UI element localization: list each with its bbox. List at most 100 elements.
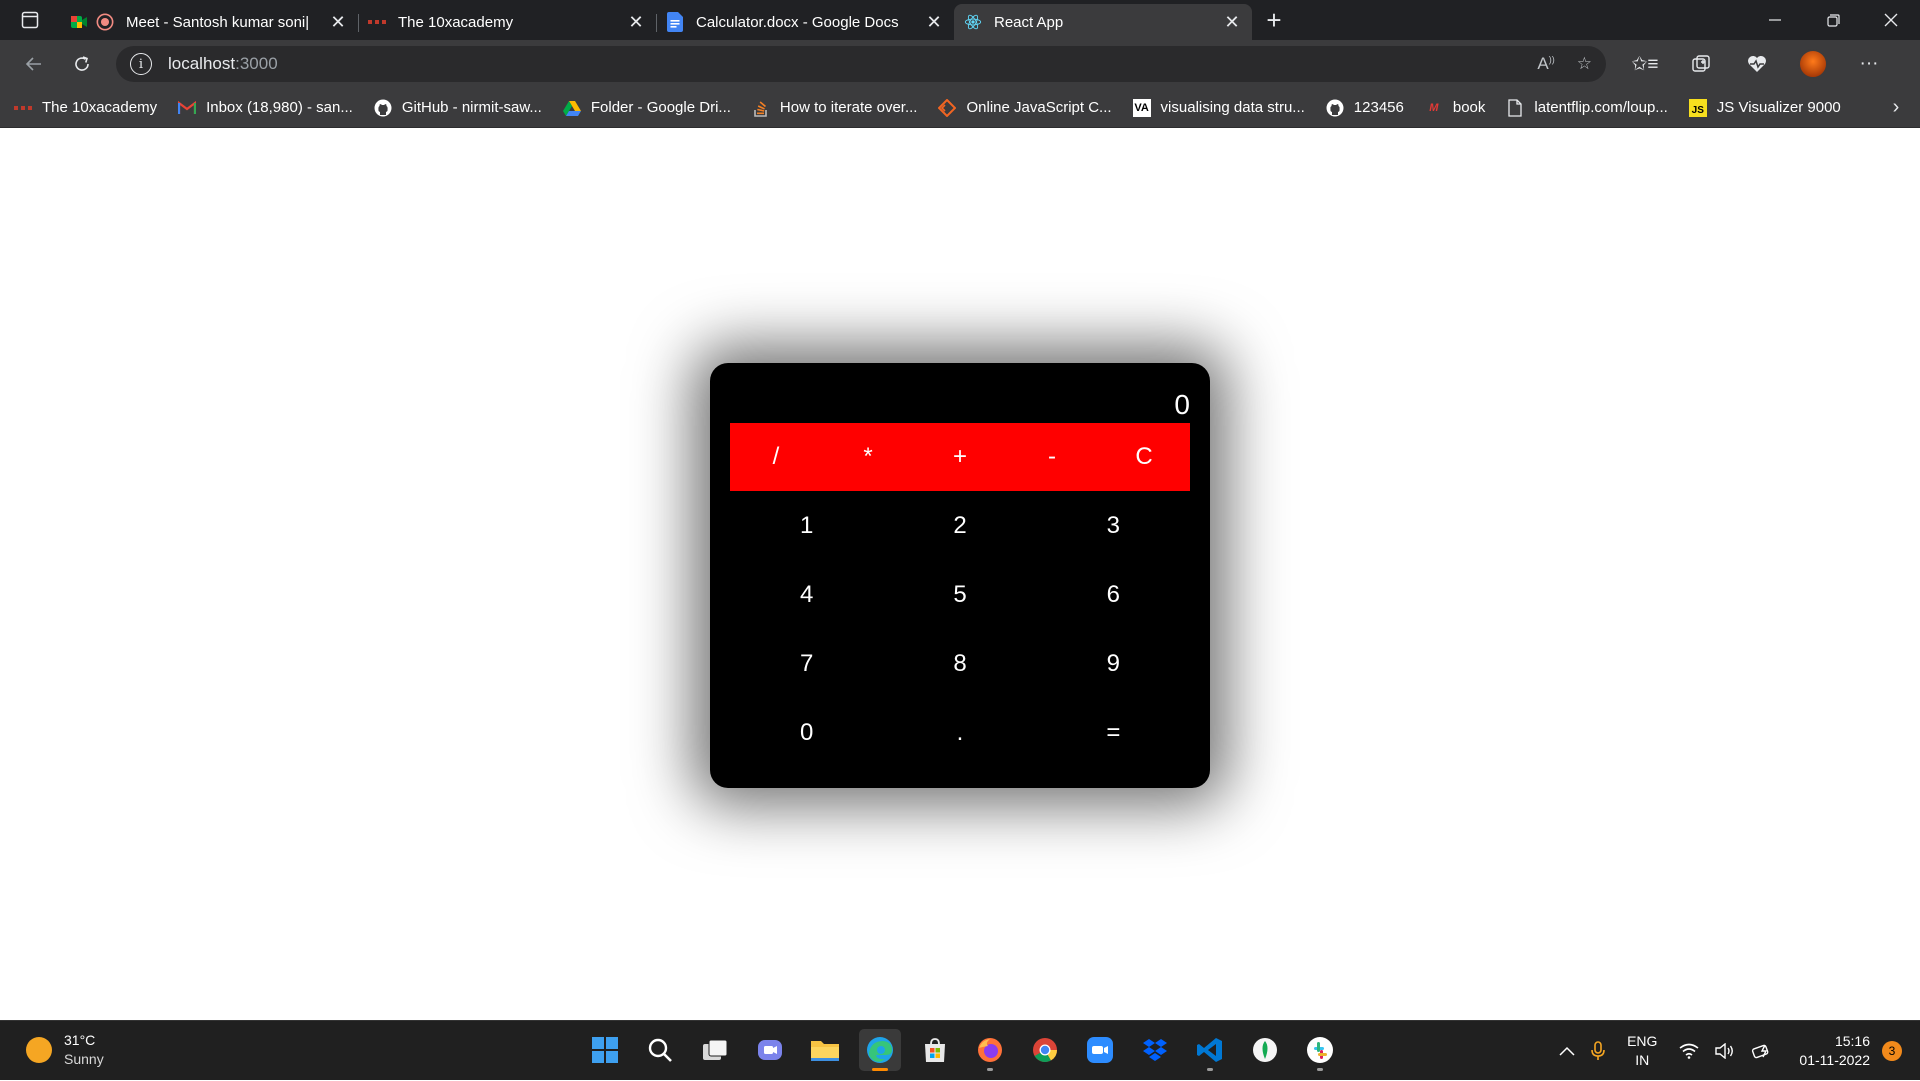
microphone-button[interactable] <box>1591 1041 1605 1061</box>
mongodb-compass-icon <box>1253 1038 1277 1062</box>
favorites-button[interactable]: ✩≡ <box>1620 44 1670 84</box>
tab-google-docs[interactable]: Calculator.docx - Google Docs ✕ <box>656 4 954 40</box>
store-button[interactable] <box>914 1029 956 1071</box>
subtract-button[interactable]: - <box>1006 423 1098 491</box>
running-indicator <box>987 1068 993 1071</box>
close-window-button[interactable] <box>1862 0 1920 40</box>
digit-3-button[interactable]: 3 <box>1037 491 1190 560</box>
clear-button[interactable]: C <box>1098 423 1190 491</box>
digit-6-button[interactable]: 6 <box>1037 560 1190 629</box>
bookmark-js-compiler[interactable]: Online JavaScript C... <box>938 98 1112 117</box>
bookmark-book[interactable]: Mbook <box>1425 99 1485 117</box>
digit-2-button[interactable]: 2 <box>883 491 1036 560</box>
tab-meet[interactable]: Meet - Santosh kumar soni| ✕ <box>60 4 358 40</box>
close-tab-icon[interactable]: ✕ <box>328 12 348 32</box>
show-hidden-icons-button[interactable] <box>1559 1046 1575 1056</box>
digit-5-button[interactable]: 5 <box>883 560 1036 629</box>
js-compiler-icon <box>938 98 957 117</box>
new-tab-button[interactable]: + <box>1256 2 1292 38</box>
speaker-icon <box>1715 1043 1734 1059</box>
bookmarks-overflow-button[interactable]: › <box>1872 96 1920 119</box>
decimal-button[interactable]: . <box>883 698 1036 767</box>
vscode-icon <box>1197 1038 1222 1062</box>
volume-button[interactable] <box>1715 1043 1735 1059</box>
slack-button[interactable] <box>1299 1029 1341 1071</box>
tab-actions-button[interactable] <box>0 0 60 40</box>
close-tab-icon[interactable]: ✕ <box>924 12 944 32</box>
back-button[interactable] <box>10 40 58 88</box>
tab-title: Calculator.docx - Google Docs <box>696 13 899 31</box>
bookmark-stackoverflow[interactable]: How to iterate over... <box>752 99 917 117</box>
vscode-button[interactable] <box>1189 1029 1231 1071</box>
file-explorer-button[interactable] <box>804 1029 846 1071</box>
start-button[interactable] <box>584 1029 626 1071</box>
edge-button[interactable] <box>859 1029 901 1071</box>
digit-9-button[interactable]: 9 <box>1037 629 1190 698</box>
battery-button[interactable] <box>1751 1042 1773 1060</box>
tab-react-app[interactable]: React App ✕ <box>954 4 1252 40</box>
page-icon <box>1506 98 1524 117</box>
network-button[interactable] <box>1679 1043 1699 1059</box>
clock-button[interactable]: 15:16 01-11-2022 <box>1799 1032 1870 1070</box>
mongodb-compass-button[interactable] <box>1244 1029 1286 1071</box>
multiply-button[interactable]: * <box>822 423 914 491</box>
tab-10xacademy[interactable]: The 10xacademy ✕ <box>358 4 656 40</box>
digit-4-button[interactable]: 4 <box>730 560 883 629</box>
task-view-button[interactable] <box>694 1029 736 1071</box>
teams-chat-button[interactable] <box>749 1029 791 1071</box>
equals-button[interactable]: = <box>1037 698 1190 767</box>
restore-button[interactable] <box>1804 0 1862 40</box>
gmail-icon <box>178 99 197 117</box>
taskbar: 31°C Sunny ENG IN 15:16 01-11-2022 3 <box>0 1020 1920 1080</box>
notification-badge[interactable]: 3 <box>1882 1041 1902 1061</box>
bookmark-visualgo[interactable]: VA visualising data stru... <box>1132 98 1305 117</box>
weather-condition: Sunny <box>64 1051 104 1067</box>
add-favorite-icon[interactable]: ☆ <box>1577 54 1592 74</box>
bookmark-js-visualizer[interactable]: JS JS Visualizer 9000 <box>1688 98 1841 117</box>
running-indicator <box>1317 1068 1323 1071</box>
close-tab-icon[interactable]: ✕ <box>1222 12 1242 32</box>
digit-7-button[interactable]: 7 <box>730 629 883 698</box>
10x-icon <box>368 13 386 31</box>
search-button[interactable] <box>639 1029 681 1071</box>
digit-0-button[interactable]: 0 <box>730 698 883 767</box>
bookmark-google-drive[interactable]: Folder - Google Dri... <box>562 99 731 117</box>
react-icon <box>964 13 982 31</box>
bookmark-github-123456[interactable]: 123456 <box>1326 99 1404 117</box>
profile-button[interactable] <box>1788 44 1838 84</box>
heart-pulse-icon <box>1748 56 1766 72</box>
minimize-button[interactable] <box>1746 0 1804 40</box>
firefox-button[interactable] <box>969 1029 1011 1071</box>
close-tab-icon[interactable]: ✕ <box>626 12 646 32</box>
temperature: 31°C <box>64 1032 96 1048</box>
more-dots-icon: ··· <box>1859 53 1879 74</box>
bookmarks-bar: The 10xacademy Inbox (18,980) - san... G… <box>0 88 1920 128</box>
bookmark-latentflip[interactable]: latentflip.com/loup... <box>1506 98 1668 117</box>
active-indicator <box>872 1068 888 1071</box>
avatar <box>1798 49 1828 79</box>
digit-8-button[interactable]: 8 <box>883 629 1036 698</box>
address-bar[interactable]: i localhost:3000 A)) ☆ <box>116 46 1606 82</box>
region-code: IN <box>1635 1052 1650 1068</box>
collections-button[interactable] <box>1676 44 1726 84</box>
chevron-up-icon <box>1559 1046 1575 1056</box>
settings-more-button[interactable]: ··· <box>1844 44 1894 84</box>
digit-1-button[interactable]: 1 <box>730 491 883 560</box>
divide-button[interactable]: / <box>730 423 822 491</box>
zoom-button[interactable] <box>1079 1029 1121 1071</box>
input-language-button[interactable]: ENG IN <box>1627 1032 1657 1070</box>
chrome-button[interactable] <box>1024 1029 1066 1071</box>
reload-icon <box>75 56 89 71</box>
search-icon <box>648 1038 672 1062</box>
read-aloud-icon[interactable]: A)) <box>1537 54 1554 74</box>
js-icon: JS <box>1688 98 1707 117</box>
browser-essentials-button[interactable] <box>1732 44 1782 84</box>
add-button[interactable]: + <box>914 423 1006 491</box>
reload-button[interactable] <box>58 40 106 88</box>
bookmark-10xacademy[interactable]: The 10xacademy <box>14 99 157 117</box>
bookmark-github-nirmit[interactable]: GitHub - nirmit-saw... <box>374 99 542 117</box>
bookmark-gmail[interactable]: Inbox (18,980) - san... <box>178 99 353 117</box>
site-info-icon[interactable]: i <box>130 53 152 75</box>
dropbox-button[interactable] <box>1134 1029 1176 1071</box>
weather-widget[interactable]: 31°C Sunny <box>26 1031 104 1069</box>
